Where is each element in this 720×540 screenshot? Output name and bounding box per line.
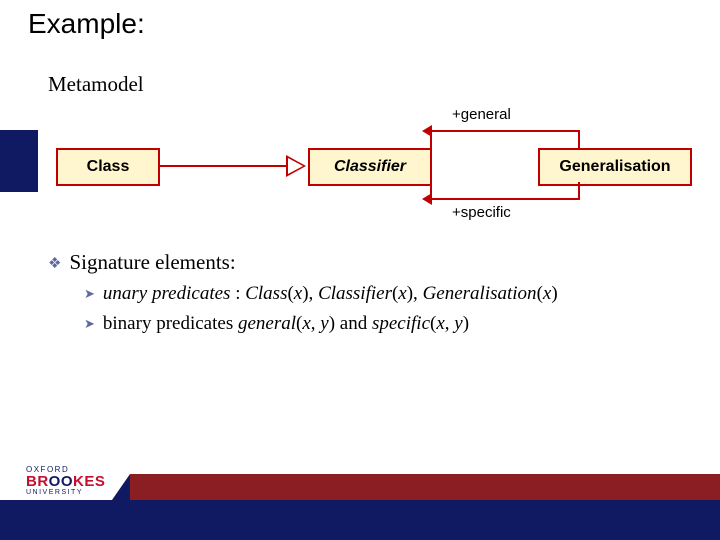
chevron-bullet-icon: ➤ — [84, 315, 95, 333]
paren-close2: ) — [463, 313, 469, 334]
uml-diagram: Class Classifier Generalisation +general… — [38, 100, 698, 230]
subbullet-unary: ➤unary predicates : Class(x), Classifier… — [84, 281, 688, 307]
assoc-general-arrowhead-icon — [422, 125, 432, 137]
binary-lead: binary predicates — [103, 313, 238, 334]
left-accent-bar — [0, 130, 38, 192]
diamond-bullet-icon: ❖ — [48, 254, 61, 273]
assoc-specific-arrowhead-icon — [422, 193, 432, 205]
assoc-general-line — [430, 130, 580, 132]
binary-p2: specific — [372, 313, 430, 334]
brookes-logo: OXFORD BROOKES UNIVERSITY — [26, 466, 122, 496]
unary-p1-arg: x — [294, 283, 302, 304]
unary-p3-arg: x — [543, 283, 551, 304]
logo-kes: KES — [73, 473, 105, 490]
binary-p1-y: y — [320, 313, 328, 334]
bullet-heading-text: Signature elements: — [69, 250, 235, 274]
role-label-general: +general — [452, 106, 511, 123]
metamodel-label: Metamodel — [48, 72, 144, 97]
logo-oo: OO — [49, 473, 73, 490]
binary-p2-y: y — [454, 313, 462, 334]
content-block: ❖ Signature elements: ➤ unary predicates :… — [48, 250, 688, 336]
binary-p1-x: x — [302, 313, 310, 334]
binary-and: and — [335, 313, 372, 334]
comma: , — [311, 313, 321, 334]
bullet-signature-elements: ❖ Signature elements: — [48, 250, 688, 275]
unary-p2: Classifier — [318, 283, 392, 304]
unary-colon: : — [230, 283, 245, 304]
slide-title: Example: — [28, 8, 145, 40]
unary-p2-arg: x — [398, 283, 406, 304]
classifier-box: Classifier — [308, 148, 432, 186]
role-label-specific: +specific — [452, 204, 511, 221]
comma2: , — [445, 313, 455, 334]
subbullet-binary: ➤binary predicates general(x, y) and spe… — [84, 311, 688, 337]
binary-p2-x: x — [436, 313, 444, 334]
assoc-specific-line — [430, 198, 580, 200]
logo-line2: BROOKES — [26, 474, 122, 489]
binary-p1: general — [238, 313, 296, 334]
unary-lead: unary predicates — [103, 283, 231, 304]
chevron-bullet-icon: ➤ — [84, 285, 95, 303]
assoc-specific-rise — [578, 182, 580, 200]
assoc-general-rise — [578, 130, 580, 148]
footer-red-band — [130, 474, 720, 500]
footer-navy-band — [0, 500, 720, 540]
unary-p3: Generalisation — [423, 283, 537, 304]
class-box: Class — [56, 148, 160, 186]
generalisation-box: Generalisation — [538, 148, 692, 186]
generalization-connector-line — [158, 165, 286, 167]
logo-br: BR — [26, 473, 49, 490]
unary-p1: Class — [245, 283, 287, 304]
logo-line3: UNIVERSITY — [26, 489, 122, 496]
generalization-arrowhead-icon — [286, 155, 306, 177]
